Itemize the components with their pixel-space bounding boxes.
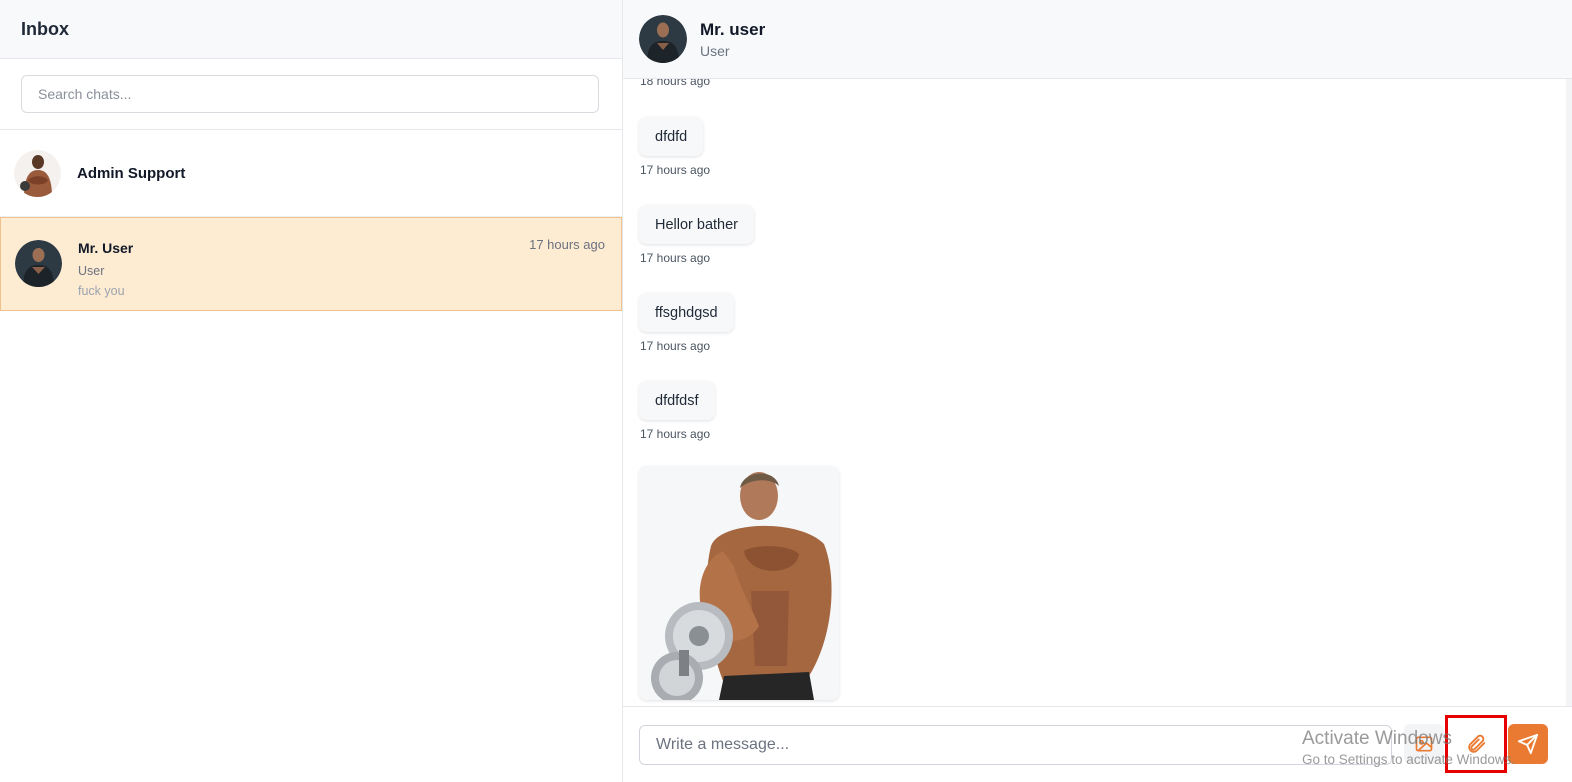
chat-name: Mr. User [78, 240, 134, 256]
inbox-title: Inbox [21, 18, 69, 39]
message-bubble: Hellor bather [639, 205, 755, 244]
message-bubble: dfdfdsf [639, 381, 715, 420]
contact-role: User [700, 42, 730, 59]
header-text: Mr. user User [700, 20, 765, 59]
paperclip-icon [1468, 734, 1486, 753]
message-bubble: ffsghdgsd [639, 293, 734, 332]
message-timestamp: 17 hours ago [640, 163, 711, 177]
chat-timestamp: 17 hours ago [529, 237, 605, 252]
conversation-header: Mr. user User [623, 0, 1572, 79]
sidebar-header: Inbox [0, 0, 622, 59]
attach-file-button[interactable] [1456, 724, 1496, 764]
admin-avatar [14, 149, 61, 197]
message-composer [623, 706, 1572, 782]
message-list[interactable]: 18 hours ago dfdfd 17 hours ago Hellor b… [623, 79, 1572, 706]
chat-name: Admin Support [77, 164, 186, 182]
message-timestamp: 17 hours ago [640, 427, 711, 441]
image-message[interactable] [639, 466, 839, 700]
conversation-panel: Mr. user User 18 hours ago dfdfd 17 hour… [623, 0, 1572, 782]
header-avatar [639, 15, 687, 63]
image-upload-button[interactable] [1404, 724, 1444, 764]
chat-item-mr-user[interactable]: Mr. User User fuck you 17 hours ago [0, 217, 622, 311]
search-bar [0, 59, 622, 130]
message-timestamp: 17 hours ago [640, 251, 711, 265]
chat-item-admin-support[interactable]: Admin Support [0, 130, 622, 217]
message-timestamp: 18 hours ago [640, 79, 711, 88]
message-input[interactable] [639, 724, 1392, 765]
chat-meta: Mr. User User fuck you [78, 240, 605, 298]
chat-meta: Admin Support [77, 165, 622, 182]
send-icon [1517, 733, 1539, 755]
message-timestamp: 17 hours ago [640, 339, 711, 353]
inbox-sidebar: Inbox Admin Support [0, 0, 623, 782]
scrollbar[interactable] [1566, 79, 1572, 706]
message-bubble: dfdfd [639, 117, 704, 156]
contact-name: Mr. user [700, 19, 766, 39]
bodybuilder-photo [639, 466, 839, 700]
chat-app: Inbox Admin Support [0, 0, 1572, 782]
send-button[interactable] [1508, 724, 1548, 764]
image-icon [1415, 736, 1433, 752]
last-message-preview: fuck you [78, 284, 125, 298]
chat-role: User [78, 264, 105, 278]
mr-user-avatar [15, 240, 62, 287]
search-chats-input[interactable] [21, 75, 599, 113]
